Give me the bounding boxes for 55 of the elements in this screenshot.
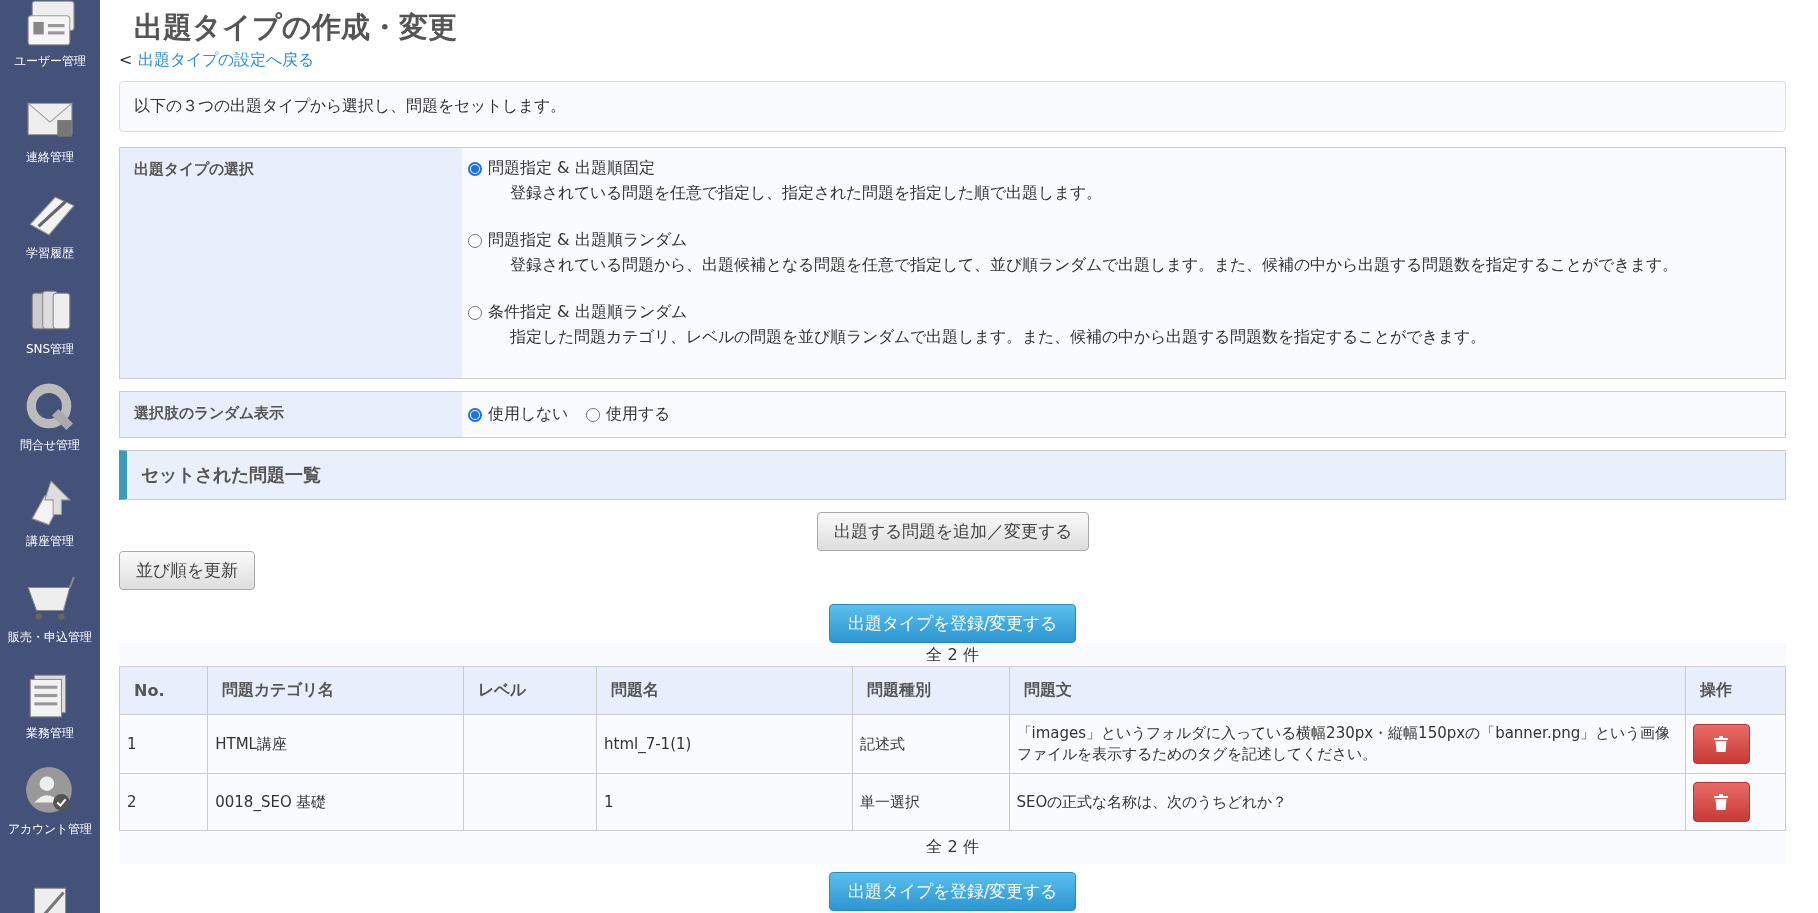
table-cell: 1 bbox=[119, 714, 208, 774]
section-label: 選択肢のランダム表示 bbox=[120, 392, 462, 437]
table-cell: 「images」というフォルダに入っている横幅230px・縦幅150pxの「banner.png」という画像ファイルを表示するためのタグを記述してください。 bbox=[1009, 714, 1686, 774]
radio-button[interactable] bbox=[468, 407, 482, 422]
back-arrow: < bbox=[119, 50, 133, 71]
page-title: 出題タイプの作成・変更 bbox=[134, 9, 458, 46]
sidebar-item[interactable]: 販売・申込管理 bbox=[8, 629, 92, 646]
option-description: 登録されている問題から、出題候補となる問題を任意で指定して、並び順ランダムで出題します。また、候補の中から出題する問題数を指定することができます。 bbox=[510, 255, 1679, 276]
sidebar-item[interactable]: ユーザー管理 bbox=[14, 53, 86, 70]
trash-icon bbox=[1714, 794, 1729, 810]
delete-button[interactable] bbox=[1692, 724, 1750, 764]
sidebar-item[interactable]: 連絡管理 bbox=[26, 149, 74, 166]
column-header: 問題名 bbox=[596, 666, 853, 715]
result-count: 全 2 件 bbox=[119, 831, 1786, 864]
table-cell: 0018_SEO 基礎 bbox=[207, 773, 464, 831]
table-cell: HTML講座 bbox=[207, 714, 464, 774]
table-cell: html_7-1(1) bbox=[596, 714, 853, 774]
option-description: 登録されている問題を任意で指定し、指定された問題を指定した順で出題します。 bbox=[510, 183, 1103, 204]
sidebar-item[interactable]: 講座管理 bbox=[26, 533, 74, 550]
table-cell: 記述式 bbox=[852, 714, 1010, 774]
add-questions-button[interactable]: 出題する問題を追加／変更する bbox=[816, 512, 1089, 551]
sidebar-item[interactable]: SNS管理 bbox=[25, 341, 75, 358]
radio-button[interactable] bbox=[586, 407, 600, 422]
table-cell: 1 bbox=[596, 773, 853, 831]
column-header: 問題カテゴリ名 bbox=[207, 666, 464, 715]
sidebar-item[interactable]: アカウント管理 bbox=[8, 821, 92, 838]
table-cell: SEOの正式な名称は、次のうちどれか？ bbox=[1009, 773, 1686, 831]
sort-order-button[interactable]: 並び順を更新 bbox=[119, 551, 255, 590]
sidebar-item[interactable]: 問合せ管理 bbox=[20, 437, 80, 454]
option-label: 使用しない bbox=[488, 404, 568, 425]
column-header: 問題文 bbox=[1009, 666, 1686, 715]
back-link[interactable]: 出題タイプの設定へ戻る bbox=[138, 50, 315, 71]
radio-button[interactable] bbox=[468, 233, 482, 248]
q-letter-icon[interactable] bbox=[24, 381, 76, 433]
table-cell: 単一選択 bbox=[852, 773, 1010, 831]
intro-text: 以下の３つの出題タイプから選択し、問題をセットします。 bbox=[119, 81, 1786, 132]
section-label: 出題タイプの選択 bbox=[120, 148, 462, 378]
option-label: 問題指定 & 出題順ランダム bbox=[488, 230, 687, 251]
column-header: 問題種別 bbox=[852, 666, 1010, 715]
sidebar-item[interactable]: 業務管理 bbox=[26, 725, 74, 742]
column-header: 操作 bbox=[1685, 666, 1786, 715]
option-description: 指定した問題カテゴリ、レベルの問題を並び順ランダムで出題します。また、候補の中から出題する問題数を指定することができます。 bbox=[510, 327, 1487, 348]
table-cell: 2 bbox=[119, 773, 208, 831]
delete-button[interactable] bbox=[1692, 782, 1750, 822]
radio-button[interactable] bbox=[468, 305, 482, 320]
option-label: 使用する bbox=[606, 404, 670, 425]
option-label: 条件指定 & 出題順ランダム bbox=[488, 302, 687, 323]
column-header: レベル bbox=[463, 666, 597, 715]
trash-icon bbox=[1714, 736, 1729, 752]
section-heading: セットされた問題一覧 bbox=[119, 450, 1786, 500]
column-header: No. bbox=[119, 666, 208, 715]
option-label: 問題指定 & 出題順固定 bbox=[488, 158, 655, 179]
radio-button[interactable] bbox=[468, 161, 482, 176]
result-count: 全 2 件 bbox=[119, 643, 1786, 666]
sidebar-item[interactable]: 学習履歴 bbox=[26, 245, 74, 262]
